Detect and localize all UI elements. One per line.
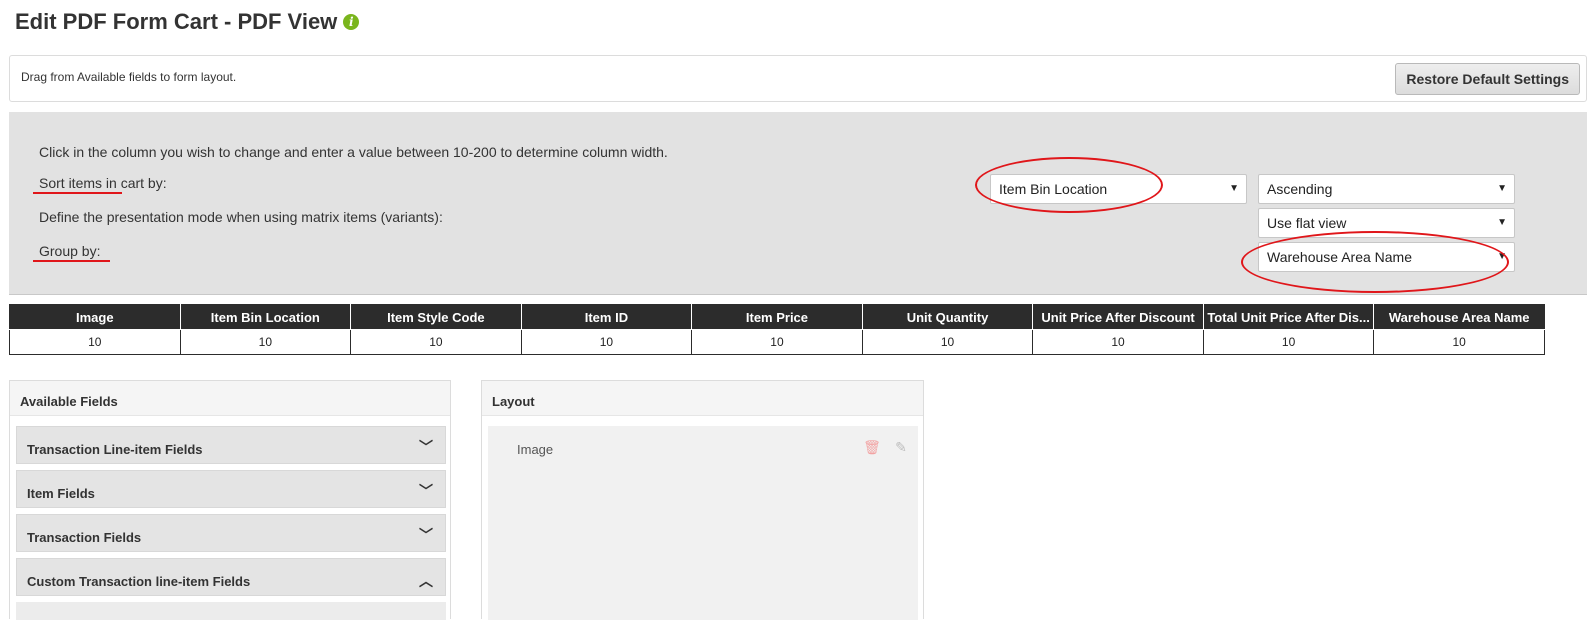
table-row: 10 10 10 10 10 10 10 10 10 — [9, 329, 1545, 355]
column-width-cell[interactable]: 10 — [350, 329, 522, 355]
accordion-transaction-line-item-fields[interactable]: Transaction Line-item Fields ﹀ — [16, 426, 446, 464]
available-fields-title: Available Fields — [10, 381, 450, 416]
column-header[interactable]: Total Unit Price After Dis... — [1202, 304, 1375, 330]
dropdown-arrow-icon: ▼ — [1497, 217, 1507, 228]
hint-text: Drag from Available fields to form layou… — [21, 70, 237, 84]
dropdown-arrow-icon: ▼ — [1497, 183, 1507, 194]
page-title: Edit PDF Form Cart - PDF View i — [15, 9, 360, 35]
presentation-mode-select[interactable]: Use flat view ▼ — [1258, 208, 1515, 238]
dropdown-arrow-icon: ▼ — [1497, 251, 1507, 262]
column-header[interactable]: Item Price — [691, 304, 863, 330]
group-label-underline — [33, 260, 110, 262]
column-header[interactable]: Unit Quantity — [861, 304, 1034, 330]
sort-order-value: Ascending — [1267, 181, 1333, 197]
column-width-cell[interactable]: 10 — [1373, 329, 1545, 355]
accordion-label: Transaction Line-item Fields — [27, 442, 203, 457]
layout-item-label[interactable]: Image — [517, 442, 553, 457]
sort-label-underline — [33, 192, 122, 194]
column-width-cell[interactable]: 10 — [691, 329, 863, 355]
dropdown-arrow-icon: ▼ — [1229, 183, 1239, 194]
trash-icon[interactable]: 🗑 — [863, 438, 881, 456]
pencil-icon[interactable]: ✎ — [892, 438, 910, 456]
column-width-grid: Image Item Bin Location Item Style Code … — [9, 304, 1545, 355]
settings-panel: Click in the column you wish to change a… — [9, 112, 1587, 295]
column-width-cell[interactable]: 10 — [9, 329, 181, 355]
accordion-label: Custom Transaction line-item Fields — [27, 574, 251, 589]
column-header[interactable]: Item Bin Location — [179, 304, 352, 330]
accordion-transaction-fields[interactable]: Transaction Fields ﹀ — [16, 514, 446, 552]
group-by-value: Warehouse Area Name — [1267, 249, 1412, 265]
column-width-instruction: Click in the column you wish to change a… — [39, 144, 668, 160]
group-by-select[interactable]: Warehouse Area Name ▼ — [1258, 242, 1515, 272]
accordion-custom-transaction-line-item-fields[interactable]: Custom Transaction line-item Fields ︿ — [16, 558, 446, 596]
column-width-cell[interactable]: 10 — [1202, 329, 1375, 355]
hint-bar: Drag from Available fields to form layou… — [9, 55, 1587, 102]
group-label: Group by: — [39, 243, 101, 259]
column-header[interactable]: Unit Price After Discount — [1032, 304, 1204, 330]
column-header[interactable]: Image — [9, 304, 181, 330]
column-width-cell[interactable]: 10 — [861, 329, 1034, 355]
layout-title: Layout — [482, 381, 923, 416]
column-width-cell[interactable]: 10 — [520, 329, 693, 355]
layout-panel: Layout Image 🗑 ✎ — [481, 380, 924, 620]
info-icon[interactable]: i — [343, 14, 360, 30]
restore-default-settings-button[interactable]: Restore Default Settings — [1395, 63, 1580, 95]
sort-field-value: Item Bin Location — [999, 181, 1108, 197]
presentation-mode-value: Use flat view — [1267, 215, 1347, 231]
column-header[interactable]: Item Style Code — [350, 304, 522, 330]
sort-field-select[interactable]: Item Bin Location ▼ — [990, 174, 1247, 204]
layout-drop-area[interactable]: Image 🗑 ✎ — [488, 426, 918, 620]
accordion-body — [16, 602, 446, 620]
available-fields-panel: Available Fields Transaction Line-item F… — [9, 380, 451, 620]
chevron-down-icon: ﹀ — [419, 439, 433, 455]
accordion-label: Item Fields — [27, 486, 95, 501]
accordion-label: Transaction Fields — [27, 530, 142, 545]
presentation-label: Define the presentation mode when using … — [39, 209, 443, 225]
chevron-down-icon: ﹀ — [419, 483, 433, 499]
sort-order-select[interactable]: Ascending ▼ — [1258, 174, 1515, 204]
column-header[interactable]: Warehouse Area Name — [1373, 304, 1545, 330]
column-width-cell[interactable]: 10 — [1032, 329, 1204, 355]
column-header[interactable]: Item ID — [520, 304, 693, 330]
sort-label: Sort items in cart by: — [39, 175, 167, 191]
page-title-text: Edit PDF Form Cart - PDF View — [15, 9, 338, 34]
accordion-item-fields[interactable]: Item Fields ﹀ — [16, 470, 446, 508]
chevron-up-icon: ︿ — [419, 573, 433, 589]
chevron-down-icon: ﹀ — [419, 527, 433, 543]
column-width-cell[interactable]: 10 — [179, 329, 352, 355]
